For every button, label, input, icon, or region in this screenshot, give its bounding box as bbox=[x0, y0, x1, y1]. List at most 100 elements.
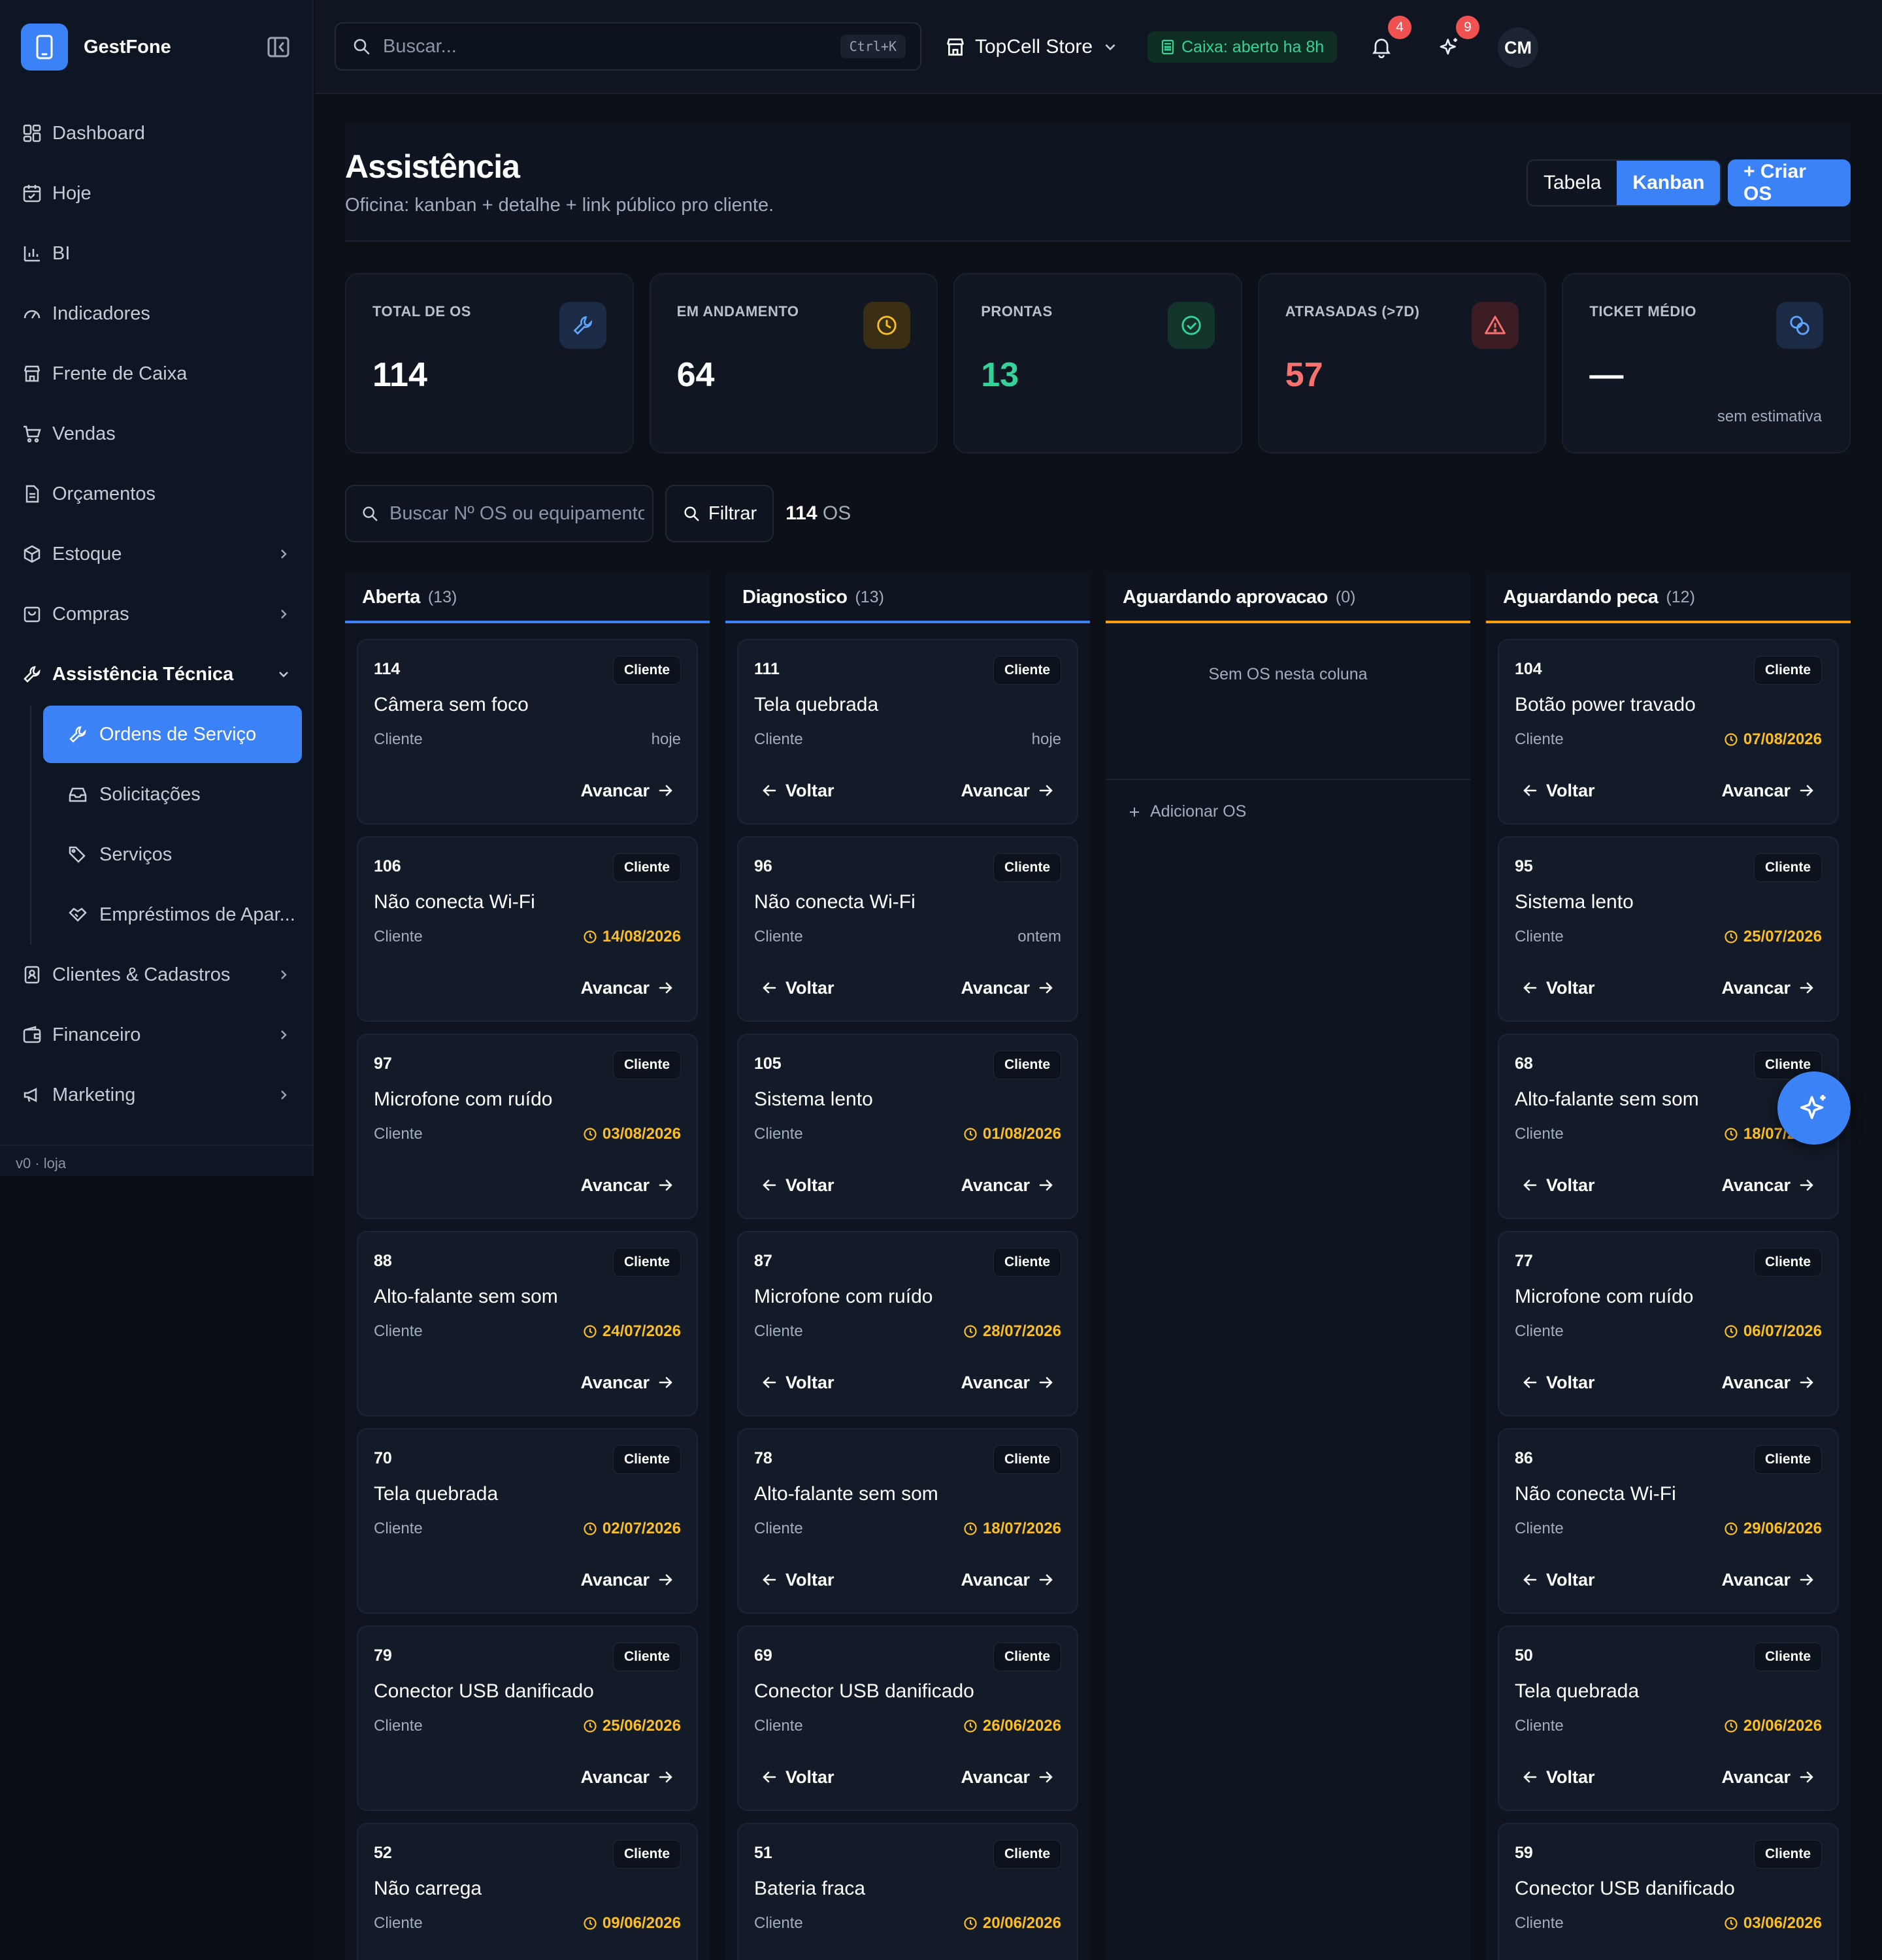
advance-label: Avancar bbox=[961, 1175, 1030, 1195]
column-header: Diagnostico (13) bbox=[725, 574, 1090, 621]
advance-button[interactable]: Avancar bbox=[580, 1368, 674, 1397]
client-tag: Cliente bbox=[612, 853, 681, 882]
sidebar-item-compras[interactable]: Compras bbox=[0, 584, 314, 644]
notifications-button[interactable]: 4 bbox=[1363, 16, 1412, 65]
back-button[interactable]: Voltar bbox=[1521, 1565, 1595, 1594]
advance-button[interactable]: Avancar bbox=[1721, 1565, 1815, 1594]
back-label: Voltar bbox=[785, 780, 834, 800]
back-button[interactable]: Voltar bbox=[761, 1171, 834, 1200]
back-button[interactable]: Voltar bbox=[761, 973, 834, 1002]
advance-button[interactable]: Avancar bbox=[1721, 1763, 1815, 1791]
advance-button[interactable]: Avancar bbox=[961, 1565, 1055, 1594]
advance-button[interactable]: Avancar bbox=[580, 776, 674, 805]
os-card[interactable]: 77 Cliente Microfone com ruído Cliente 06/07… bbox=[1498, 1231, 1839, 1416]
clock-icon bbox=[1724, 930, 1738, 944]
clock-icon bbox=[963, 1916, 978, 1931]
client-name: Cliente bbox=[754, 1322, 803, 1340]
os-card[interactable]: 50 Cliente Tela quebrada Cliente 20/06/2026 V… bbox=[1498, 1625, 1839, 1811]
os-search-input[interactable]: Buscar Nº OS ou equipamento bbox=[345, 485, 653, 542]
os-card[interactable]: 114 Cliente Câmera sem foco Cliente hoje Avan… bbox=[357, 639, 698, 825]
advance-button[interactable]: Avancar bbox=[580, 1763, 674, 1791]
back-button[interactable]: Voltar bbox=[761, 776, 834, 805]
advance-button[interactable]: Avancar bbox=[961, 973, 1055, 1002]
sidebar-item-ordens-de-servico[interactable]: Ordens de Serviço bbox=[43, 706, 302, 763]
sidebar-item-emprestimos[interactable]: Empréstimos de Apar... bbox=[43, 885, 302, 945]
filter-bar: Buscar Nº OS ou equipamento Filtrar 114 … bbox=[345, 485, 851, 542]
back-button[interactable]: Voltar bbox=[1521, 776, 1595, 805]
client-tag: Cliente bbox=[993, 1642, 1061, 1671]
sidebar-item-orcamentos[interactable]: Orçamentos bbox=[0, 464, 314, 524]
store-selector[interactable]: TopCell Store bbox=[945, 27, 1117, 67]
back-button[interactable]: Voltar bbox=[761, 1368, 834, 1397]
advance-button[interactable]: Avancar bbox=[1721, 1368, 1815, 1397]
os-date-text: ontem bbox=[1017, 928, 1061, 945]
os-card[interactable]: 87 Cliente Microfone com ruído Cliente 28/07… bbox=[737, 1231, 1078, 1416]
os-number: 87 bbox=[754, 1252, 772, 1270]
sidebar-item-vendas[interactable]: Vendas bbox=[0, 404, 314, 464]
os-card[interactable]: 69 Cliente Conector USB danificado Cliente 2… bbox=[737, 1625, 1078, 1811]
os-card[interactable]: 79 Cliente Conector USB danificado Cliente 2… bbox=[357, 1625, 698, 1811]
os-card[interactable]: 52ClienteNão carregaCliente09/06/2026Ava… bbox=[357, 1823, 698, 1960]
advance-button[interactable]: Avancar bbox=[961, 1171, 1055, 1200]
os-date: 26/06/2026 bbox=[963, 1717, 1061, 1735]
add-os-button[interactable]: Adicionar OS bbox=[1128, 802, 1246, 821]
back-button[interactable]: Voltar bbox=[761, 1763, 834, 1791]
sidebar-item-frente-de-caixa[interactable]: Frente de Caixa bbox=[0, 344, 314, 404]
os-card[interactable]: 70 Cliente Tela quebrada Cliente 02/07/2026 A… bbox=[357, 1428, 698, 1614]
ai-floating-button[interactable] bbox=[1777, 1071, 1851, 1145]
sidebar-item-estoque[interactable]: Estoque bbox=[0, 524, 314, 584]
os-card[interactable]: 59 Cliente Conector USB danificado Cliente 0… bbox=[1498, 1823, 1839, 1960]
contact-icon bbox=[21, 964, 43, 986]
sidebar-item-label: Clientes & Cadastros bbox=[52, 964, 231, 985]
back-button[interactable]: Voltar bbox=[1521, 1763, 1595, 1791]
view-table-button[interactable]: Tabela bbox=[1528, 161, 1617, 205]
advance-button[interactable]: Avancar bbox=[961, 776, 1055, 805]
os-card[interactable]: 95 Cliente Sistema lento Cliente 25/07/2026 V… bbox=[1498, 836, 1839, 1022]
view-toggle: Tabela Kanban bbox=[1527, 159, 1722, 206]
sidebar-item-clientes[interactable]: Clientes & Cadastros bbox=[0, 945, 314, 1005]
ai-assistant-button[interactable]: 9 bbox=[1431, 16, 1479, 65]
os-card[interactable]: 97 Cliente Microfone com ruído Cliente 03/08… bbox=[357, 1034, 698, 1219]
advance-button[interactable]: Avancar bbox=[580, 973, 674, 1002]
back-button[interactable]: Voltar bbox=[761, 1565, 834, 1594]
sidebar-item-marketing[interactable]: Marketing bbox=[0, 1065, 314, 1125]
sidebar-item-dashboard[interactable]: Dashboard bbox=[0, 103, 314, 163]
advance-button[interactable]: Avancar bbox=[961, 1368, 1055, 1397]
os-card[interactable]: 105 Cliente Sistema lento Cliente 01/08/2026… bbox=[737, 1034, 1078, 1219]
advance-button[interactable]: Avancar bbox=[580, 1565, 674, 1594]
sidebar-item-indicadores[interactable]: Indicadores bbox=[0, 284, 314, 344]
advance-button[interactable]: Avancar bbox=[1721, 776, 1815, 805]
os-card[interactable]: 51ClienteBateria fracaCliente20/06/2026V… bbox=[737, 1823, 1078, 1960]
back-button[interactable]: Voltar bbox=[1521, 1368, 1595, 1397]
advance-button[interactable]: Avancar bbox=[961, 1763, 1055, 1791]
view-kanban-button[interactable]: Kanban bbox=[1617, 161, 1721, 205]
sidebar-item-servicos[interactable]: Serviços bbox=[43, 825, 302, 885]
sidebar-item-financeiro[interactable]: Financeiro bbox=[0, 1005, 314, 1065]
avatar[interactable]: CM bbox=[1498, 27, 1538, 68]
os-card[interactable]: 78 Cliente Alto-falante sem som Cliente 18/0… bbox=[737, 1428, 1078, 1614]
advance-button[interactable]: Avancar bbox=[580, 1171, 674, 1200]
os-card[interactable]: 106 Cliente Não conecta Wi-Fi Cliente 14/08/… bbox=[357, 836, 698, 1022]
advance-button[interactable]: Avancar bbox=[1721, 1171, 1815, 1200]
kanban-column: Aberta (13) 114 Cliente Câmera sem foco Clien… bbox=[345, 574, 710, 1960]
advance-button[interactable]: Avancar bbox=[1721, 973, 1815, 1002]
sidebar-item-hoje[interactable]: Hoje bbox=[0, 163, 314, 223]
global-search[interactable]: Buscar... Ctrl+K bbox=[335, 22, 921, 71]
sidebar-toggle-icon[interactable] bbox=[264, 33, 293, 61]
sidebar-item-bi[interactable]: BI bbox=[0, 223, 314, 284]
os-card[interactable]: 88 Cliente Alto-falante sem som Cliente 24/0… bbox=[357, 1231, 698, 1416]
back-button[interactable]: Voltar bbox=[1521, 973, 1595, 1002]
back-button[interactable]: Voltar bbox=[1521, 1171, 1595, 1200]
os-date: 03/06/2026 bbox=[1724, 1914, 1822, 1933]
create-os-button[interactable]: + Criar OS bbox=[1728, 159, 1851, 206]
filter-button[interactable]: Filtrar bbox=[665, 485, 774, 542]
os-card[interactable]: 111 Cliente Tela quebrada Cliente hoje Voltar… bbox=[737, 639, 1078, 825]
sidebar-item-solicitacoes[interactable]: Solicitações bbox=[43, 764, 302, 825]
cash-register-status[interactable]: Caixa: aberto ha 8h bbox=[1147, 31, 1338, 63]
sidebar-item-assistencia-tecnica[interactable]: Assistência Técnica bbox=[0, 644, 314, 704]
os-card[interactable]: 96 Cliente Não conecta Wi-Fi Cliente ontem Vo… bbox=[737, 836, 1078, 1022]
os-title: Alto-falante sem som bbox=[1515, 1088, 1699, 1110]
os-card[interactable]: 86 Cliente Não conecta Wi-Fi Cliente 29/06/2… bbox=[1498, 1428, 1839, 1614]
chevron-right-icon bbox=[277, 1088, 290, 1102]
os-card[interactable]: 104 Cliente Botão power travado Cliente 07/0… bbox=[1498, 639, 1839, 825]
